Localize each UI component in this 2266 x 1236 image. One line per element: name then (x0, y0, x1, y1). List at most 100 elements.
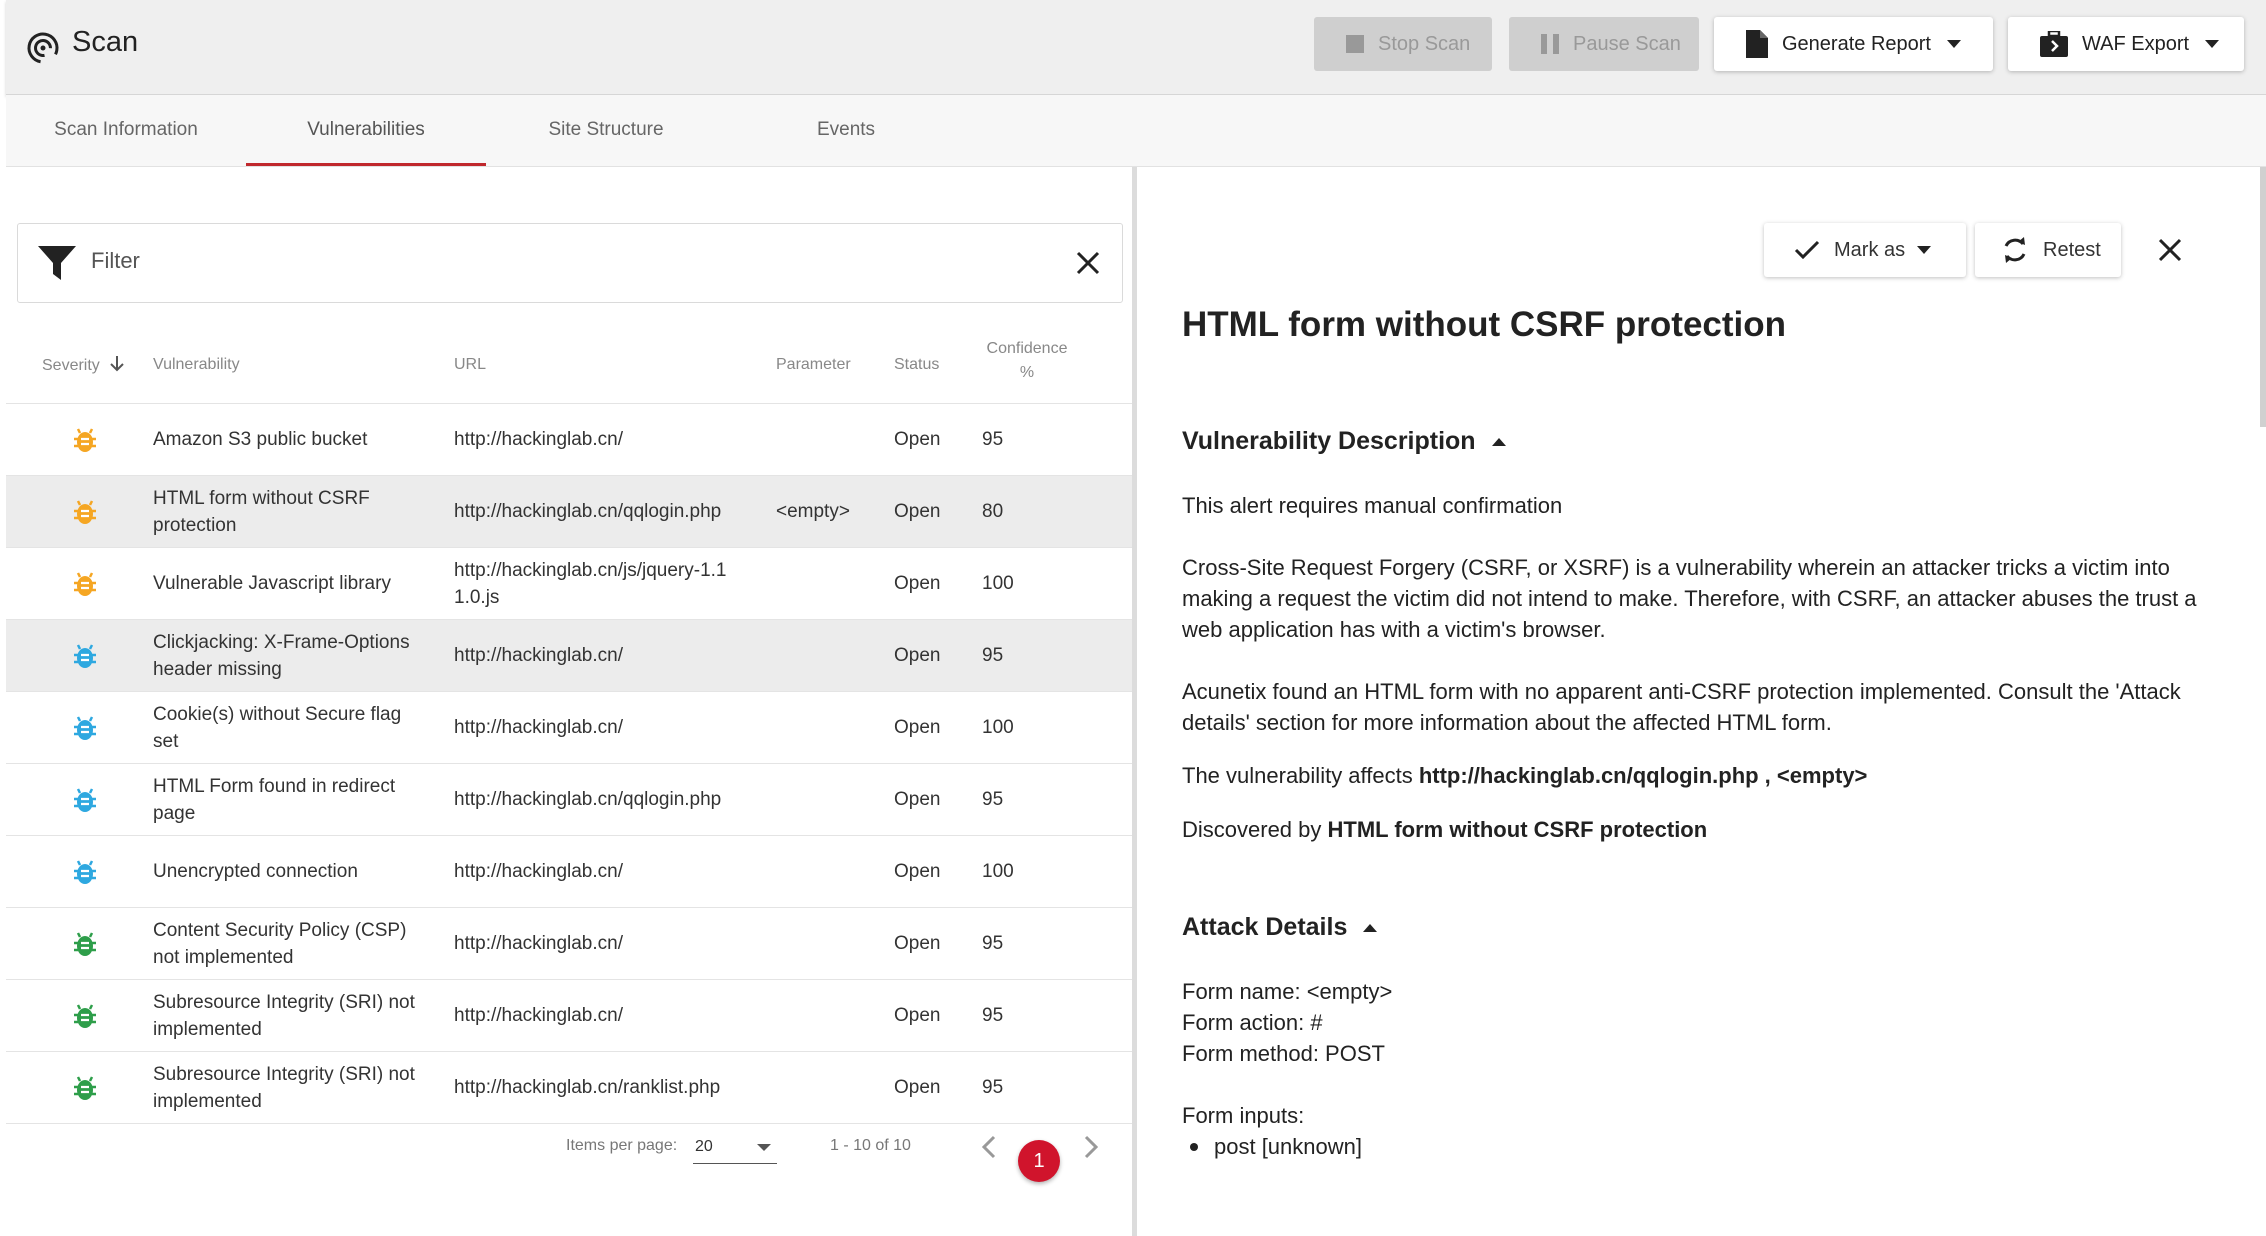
form-input-value: post [unknown] (1214, 1134, 1362, 1159)
bug-severity-low-icon (74, 788, 96, 812)
column-parameter[interactable]: Parameter (776, 356, 851, 374)
vulnerability-url: http://hackinglab.cn/ (454, 1005, 623, 1026)
vulnerability-parameter (776, 548, 886, 619)
sort-arrow-down-icon (110, 356, 124, 372)
vulnerability-url: http://hackinglab.cn/ (454, 429, 623, 450)
bug-severity-info-icon (74, 1076, 96, 1100)
chevron-down-icon (1917, 246, 1932, 254)
table-row[interactable]: Unencrypted connection http://hackinglab.… (6, 836, 1132, 908)
table-row[interactable]: Clickjacking: X-Frame-Options header miss… (6, 620, 1132, 692)
scan-header: Scan Stop Scan Pause Scan Generate Repor… (6, 0, 2266, 95)
tab-bar: Scan Information Vulnerabilities Site St… (6, 95, 2266, 167)
attack-details-toggle[interactable]: Attack Details (1182, 913, 1378, 942)
discovered-value: HTML form without CSRF protection (1327, 817, 1708, 842)
close-icon[interactable] (2157, 237, 2183, 263)
form-method-text: Form method: POST (1182, 1041, 1385, 1066)
retest-label: Retest (2043, 238, 2101, 261)
vulnerability-name: Clickjacking: X-Frame-Options header miss… (153, 631, 410, 680)
generate-report-button[interactable]: Generate Report (1714, 17, 1993, 71)
table-row[interactable]: Content Security Policy (CSP) not impleme… (6, 908, 1132, 980)
table-row[interactable]: Subresource Integrity (SRI) not implement… (6, 980, 1132, 1052)
table-row[interactable]: Amazon S3 public bucket http://hackinglab… (6, 404, 1132, 476)
table-header: Severity Vulnerability URL Parameter Sta… (6, 327, 1132, 404)
bug-severity-medium-icon (74, 572, 96, 596)
vulnerability-url: http://hackinglab.cn/qqlogin.php (454, 789, 722, 810)
vulnerability-confidence: 80 (982, 501, 1004, 522)
vulnerability-parameter (776, 764, 886, 835)
chevron-down-icon (2205, 40, 2220, 48)
previous-page-icon[interactable] (982, 1135, 996, 1159)
column-url[interactable]: URL (454, 356, 486, 374)
filter-bar[interactable]: Filter (17, 223, 1123, 303)
column-status[interactable]: Status (894, 356, 939, 374)
pause-icon (1541, 34, 1559, 54)
table-row[interactable]: HTML form without CSRF protection http://h… (6, 476, 1132, 548)
clear-filter-icon[interactable] (1076, 251, 1100, 275)
table-row[interactable]: Cookie(s) without Secure flag set http://h… (6, 692, 1132, 764)
vulnerability-parameter (776, 404, 886, 475)
vulnerability-parameter (776, 836, 886, 907)
table-row[interactable]: HTML Form found in redirect page http://ha… (6, 764, 1132, 836)
column-vulnerability[interactable]: Vulnerability (153, 356, 240, 374)
vulnerability-name: Subresource Integrity (SRI) not implement… (153, 1063, 415, 1112)
mark-as-button[interactable]: Mark as (1764, 223, 1966, 277)
pagination-range: 1 - 10 of 10 (830, 1137, 911, 1154)
waf-export-button[interactable]: WAF Export (2008, 17, 2244, 71)
items-per-page-value: 20 (695, 1138, 713, 1155)
affects-prefix: The vulnerability affects (1182, 763, 1419, 788)
filter-icon (38, 246, 76, 280)
vulnerability-status: Open (894, 1005, 941, 1026)
vulnerability-name: Unencrypted connection (153, 861, 358, 882)
vulnerability-status: Open (894, 717, 941, 738)
tab-events[interactable]: Events (726, 95, 966, 166)
table-row[interactable]: Vulnerable Javascript library http://hack… (6, 548, 1132, 620)
mark-as-label: Mark as (1834, 238, 1906, 261)
pause-scan-button[interactable]: Pause Scan (1509, 17, 1699, 71)
export-briefcase-icon (2040, 31, 2068, 57)
tab-scan-information[interactable]: Scan Information (6, 95, 246, 166)
form-name-text: Form name: <empty> (1182, 979, 1393, 1004)
vulnerability-status: Open (894, 573, 941, 594)
pagination: Items per page: 20 1 - 10 of 10 (6, 1117, 1132, 1177)
vulnerability-description-heading: Vulnerability Description (1182, 427, 1476, 455)
scrollbar[interactable] (2260, 167, 2266, 427)
vulnerability-url: http://hackinglab.cn/qqlogin.php (454, 501, 722, 522)
retest-button[interactable]: Retest (1975, 223, 2121, 277)
bug-severity-medium-icon (74, 428, 96, 452)
chevron-down-icon (757, 1144, 771, 1151)
column-confidence[interactable]: Confidence % (982, 337, 1072, 385)
tab-vulnerabilities[interactable]: Vulnerabilities (246, 95, 486, 166)
vulnerability-confidence: 95 (982, 789, 1004, 810)
vulnerability-confidence: 95 (982, 1077, 1004, 1098)
form-input-item: post [unknown] (1182, 1131, 2232, 1162)
stop-icon (1346, 35, 1364, 53)
check-icon (1794, 240, 1820, 260)
vulnerability-name: Vulnerable Javascript library (153, 573, 391, 594)
waf-export-label: WAF Export (2082, 32, 2190, 55)
pause-scan-label: Pause Scan (1573, 32, 1681, 55)
column-severity[interactable]: Severity (42, 356, 124, 375)
vulnerability-list-panel: Filter Severity Vulnerability URL Parame… (6, 167, 1132, 1236)
vulnerability-confidence: 95 (982, 933, 1004, 954)
vulnerability-description-toggle[interactable]: Vulnerability Description (1182, 427, 1506, 456)
vulnerability-detail-panel: Mark as Retest HTML form without CSRF pr… (1137, 167, 2266, 1236)
vulnerability-name: Subresource Integrity (SRI) not implement… (153, 991, 415, 1040)
vulnerability-url: http://hackinglab.cn/js/jquery-1.1 1.0.js (454, 559, 727, 608)
acunetix-finding-text: Acunetix found an HTML form with no appa… (1182, 679, 2181, 735)
column-severity-label: Severity (42, 357, 100, 374)
vulnerability-status: Open (894, 789, 941, 810)
items-per-page-select[interactable]: 20 (693, 1129, 777, 1164)
vulnerability-parameter (776, 692, 886, 763)
vulnerability-parameter (776, 1052, 886, 1123)
vulnerability-parameter (776, 980, 886, 1051)
table-row[interactable]: Subresource Integrity (SRI) not implement… (6, 1052, 1132, 1124)
form-inputs-text: Form inputs: (1182, 1103, 1305, 1128)
discovered-by-text: Discovered by HTML form without CSRF pro… (1182, 814, 2232, 845)
page-1-button[interactable]: 1 (1018, 1140, 1060, 1182)
next-page-icon[interactable] (1084, 1135, 1098, 1159)
tab-site-structure[interactable]: Site Structure (486, 95, 726, 166)
vulnerability-url: http://hackinglab.cn/ (454, 861, 623, 882)
column-confidence-label: Confidence (986, 340, 1068, 357)
stop-scan-button[interactable]: Stop Scan (1314, 17, 1492, 71)
vulnerability-status: Open (894, 645, 941, 666)
